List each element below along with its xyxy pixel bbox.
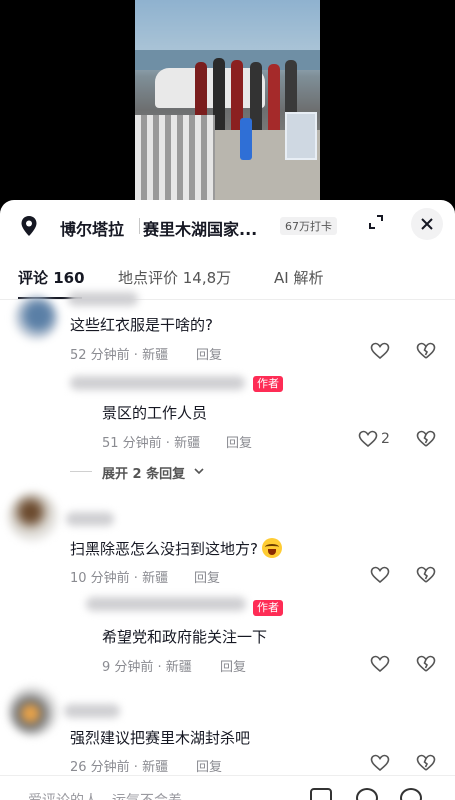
video-person <box>268 64 280 132</box>
expand-replies-button[interactable]: 展开 2 条回复 <box>102 463 185 482</box>
like-icon[interactable] <box>370 754 390 772</box>
username-blurred <box>68 292 138 306</box>
at-mention-icon[interactable] <box>356 788 378 800</box>
comment-sheet: 博尔塔拉 赛里木湖国家... 67万打卡 评论 160 地点评价 14,8万 A… <box>0 200 455 800</box>
location-detail[interactable]: 赛里木湖国家... <box>143 216 257 240</box>
reply-button[interactable]: 回复 <box>196 344 222 363</box>
comment-text: 景区的工作人员 <box>102 404 208 422</box>
comment-text: 扫黑除恶怎么没扫到这地方? <box>70 538 282 559</box>
like-icon[interactable] <box>358 430 378 448</box>
comment-meta: 9 分钟前 · 新疆 <box>102 660 192 675</box>
comment-meta: 51 分钟前 · 新疆 <box>102 436 201 451</box>
tab-ai-analysis[interactable]: AI 解析 <box>274 267 323 288</box>
close-button[interactable] <box>411 208 443 240</box>
like-icon[interactable] <box>370 566 390 584</box>
author-tag: 作者 <box>253 376 283 392</box>
like-count: 2 <box>381 431 390 447</box>
reply-button[interactable]: 回复 <box>196 756 222 775</box>
checkin-badge: 67万打卡 <box>280 217 337 235</box>
expand-button[interactable] <box>362 208 390 236</box>
comment-meta: 26 分钟前 · 新疆 <box>70 760 169 775</box>
dislike-icon[interactable] <box>416 655 436 673</box>
expand-divider <box>70 471 92 472</box>
avatar[interactable] <box>8 686 58 736</box>
laughing-emoji-icon <box>261 538 282 558</box>
location-pin-icon <box>21 216 37 236</box>
video-booth <box>285 112 317 160</box>
video-railing <box>135 115 215 200</box>
reply-button[interactable]: 回复 <box>220 656 246 675</box>
reply-button[interactable]: 回复 <box>194 567 220 586</box>
avatar[interactable] <box>8 492 58 542</box>
avatar[interactable] <box>14 296 58 340</box>
comment-text-content: 扫黑除恶怎么没扫到这地方? <box>70 540 258 558</box>
close-icon <box>421 218 433 230</box>
tab-place-reviews[interactable]: 地点评价 14,8万 <box>118 267 231 288</box>
like-icon[interactable] <box>370 655 390 673</box>
like-icon[interactable] <box>370 342 390 360</box>
comment-meta: 10 分钟前 · 新疆 <box>70 571 169 586</box>
dislike-icon[interactable] <box>416 342 436 360</box>
tab-comments[interactable]: 评论 160 <box>18 267 85 288</box>
video-frame[interactable] <box>135 0 320 200</box>
comment-input[interactable]: 爱评论的人，运气不会差 <box>28 790 182 800</box>
expand-icon <box>369 215 383 229</box>
comment-text: 强烈建议把赛里木湖封杀吧 <box>70 729 251 747</box>
image-icon[interactable] <box>310 788 332 800</box>
username-blurred <box>70 376 245 390</box>
username-blurred <box>66 512 114 526</box>
comment-input-bar[interactable]: 爱评论的人，运气不会差 <box>0 775 455 800</box>
location-name[interactable]: 博尔塔拉 <box>60 216 124 240</box>
location-bar[interactable]: 博尔塔拉 赛里木湖国家... 67万打卡 <box>0 200 455 250</box>
comment-text: 这些红衣服是干啥的? <box>70 316 213 334</box>
dislike-icon[interactable] <box>416 566 436 584</box>
video-barrier <box>240 118 252 160</box>
comment-meta: 52 分钟前 · 新疆 <box>70 348 169 363</box>
comment-text: 希望党和政府能关注一下 <box>102 628 268 646</box>
username-blurred <box>64 704 120 718</box>
reply-button[interactable]: 回复 <box>226 432 252 451</box>
emoji-icon[interactable] <box>400 788 422 800</box>
video-player[interactable] <box>0 0 455 200</box>
video-car <box>155 68 265 108</box>
author-tag: 作者 <box>253 600 283 616</box>
dislike-icon[interactable] <box>416 754 436 772</box>
dislike-icon[interactable] <box>416 430 436 448</box>
username-blurred <box>86 597 246 611</box>
comment-list[interactable]: 这些红衣服是干啥的? 52 分钟前 · 新疆 回复 作者 景区的工作人员 51 … <box>0 292 455 800</box>
tab-bar: 评论 160 地点评价 14,8万 AI 解析 <box>0 250 455 300</box>
location-divider <box>139 218 140 234</box>
chevron-down-icon <box>194 468 204 475</box>
